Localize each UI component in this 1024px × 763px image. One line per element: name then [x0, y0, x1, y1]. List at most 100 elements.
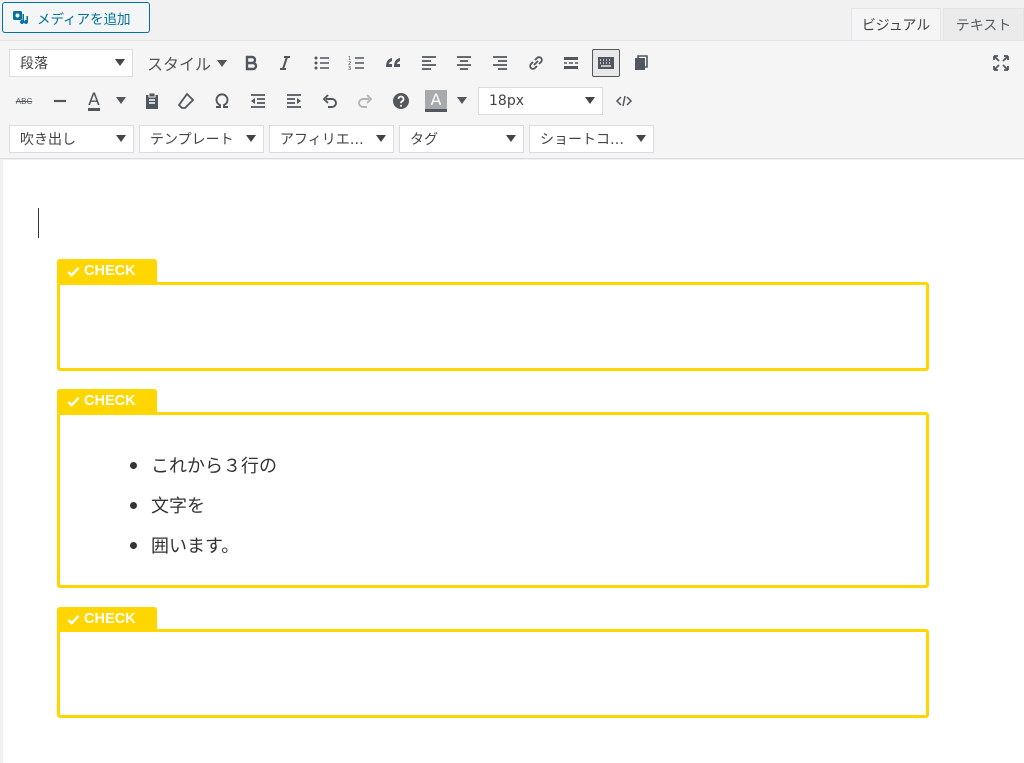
numbered-list-icon: 123: [348, 56, 364, 72]
chevron-down-icon: [217, 59, 228, 67]
bullet-list: これから３行の 文字を 囲います。: [130, 445, 277, 565]
strikethrough-icon: ABC: [15, 96, 33, 106]
toolbar-row-2: ABC A A 18px: [0, 83, 1024, 119]
bold-icon: [245, 55, 258, 71]
numbered-list-button[interactable]: 123: [343, 49, 371, 77]
balloon-select[interactable]: 吹き出し: [9, 125, 134, 153]
template-select-value: テンプレート: [150, 132, 234, 148]
redo-icon: [358, 94, 373, 108]
bold-button[interactable]: [237, 49, 265, 77]
italic-icon: [280, 56, 290, 70]
tag-select[interactable]: タグ: [399, 125, 524, 153]
tab-text[interactable]: テキスト: [943, 8, 1024, 40]
align-right-button[interactable]: [486, 49, 514, 77]
shortcode-select-value: ショートコ…: [540, 132, 624, 148]
omega-icon: [215, 93, 229, 108]
tab-visual[interactable]: ビジュアル: [851, 8, 941, 40]
read-more-button[interactable]: [557, 49, 585, 77]
read-more-icon: [564, 57, 578, 69]
keyboard-icon: [598, 57, 614, 69]
chevron-down-icon: [585, 97, 595, 104]
horizontal-rule-button[interactable]: [46, 87, 74, 115]
align-left-button[interactable]: [415, 49, 443, 77]
horizontal-rule-icon: [54, 99, 66, 103]
balloon-select-value: 吹き出し: [20, 132, 76, 148]
background-color-dropdown-icon[interactable]: [457, 97, 467, 104]
quote-icon: [386, 58, 400, 67]
check-box[interactable]: [57, 629, 929, 718]
add-media-button[interactable]: メディアを追加: [2, 2, 150, 33]
undo-icon: [322, 94, 337, 108]
outdent-icon: [251, 94, 265, 108]
copy-button[interactable]: [627, 49, 655, 77]
paste-as-text-button[interactable]: [138, 87, 166, 115]
check-box-label-text: CHECK: [84, 611, 136, 627]
bullet-list-button[interactable]: [308, 49, 336, 77]
style-select-value: スタイル: [147, 55, 212, 74]
font-size-value: 18px: [489, 93, 524, 109]
clear-formatting-button[interactable]: [172, 87, 200, 115]
style-select[interactable]: スタイル: [147, 49, 228, 77]
check-icon: [67, 614, 80, 625]
eraser-icon: [177, 92, 195, 109]
insert-link-button[interactable]: [522, 49, 550, 77]
toolbar-toggle-button[interactable]: [592, 49, 620, 77]
align-center-button[interactable]: [450, 49, 478, 77]
outdent-button[interactable]: [244, 87, 272, 115]
format-select-value: 段落: [20, 56, 48, 72]
font-size-select[interactable]: 18px: [478, 87, 603, 115]
tag-select-value: タグ: [410, 132, 438, 148]
svg-text:3: 3: [348, 66, 351, 72]
check-box[interactable]: [57, 282, 929, 371]
copy-icon: [635, 55, 648, 70]
strikethrough-button[interactable]: ABC: [10, 87, 38, 115]
check-icon: [67, 396, 80, 407]
undo-button[interactable]: [316, 87, 344, 115]
fullscreen-icon: [993, 55, 1009, 71]
help-button[interactable]: [387, 87, 415, 115]
media-icon: [13, 10, 29, 24]
special-character-button[interactable]: [208, 87, 236, 115]
redo-button[interactable]: [351, 87, 379, 115]
affiliate-select[interactable]: アフィリエ…: [269, 125, 394, 153]
background-color-button[interactable]: A: [422, 87, 450, 115]
editor-topbar: メディアを追加 ビジュアル テキスト: [0, 0, 1024, 40]
bullet-list-icon: [314, 56, 329, 70]
text-color-dropdown-icon[interactable]: [116, 97, 126, 104]
add-media-label: メディアを追加: [37, 11, 131, 28]
list-item: 囲います。: [130, 525, 277, 565]
list-item: これから３行の: [130, 445, 277, 485]
code-button[interactable]: [610, 87, 638, 115]
template-select[interactable]: テンプレート: [139, 125, 264, 153]
link-icon: [529, 56, 543, 70]
indent-button[interactable]: [280, 87, 308, 115]
check-box-label: CHECK: [57, 607, 157, 631]
help-icon: [393, 93, 409, 109]
background-color-icon: A: [425, 90, 447, 112]
italic-button[interactable]: [271, 49, 299, 77]
text-color-button[interactable]: A: [80, 87, 108, 115]
clipboard-icon: [146, 92, 158, 109]
toolbar-row-3: 吹き出し テンプレート アフィリエ… タグ ショートコ…: [0, 121, 1024, 157]
editor-toolbar: 段落 スタイル 123 ABC A A 18px 吹き出し テンプレート アフィ…: [0, 40, 1024, 159]
chevron-down-icon: [506, 135, 516, 142]
check-box-label: CHECK: [57, 389, 157, 413]
affiliate-select-value: アフィリエ…: [280, 132, 364, 148]
editor-content[interactable]: CHECK CHECK これから３行の 文字を 囲います。 CHECK: [3, 160, 1024, 763]
check-icon: [67, 266, 80, 277]
align-left-icon: [422, 56, 436, 70]
chevron-down-icon: [246, 135, 256, 142]
text-color-icon: A: [88, 89, 100, 111]
chevron-down-icon: [115, 59, 125, 66]
indent-icon: [287, 94, 301, 108]
format-select[interactable]: 段落: [9, 49, 133, 77]
check-box-label-text: CHECK: [84, 393, 136, 409]
fullscreen-button[interactable]: [987, 49, 1015, 77]
check-box[interactable]: これから３行の 文字を 囲います。: [57, 412, 929, 588]
blockquote-button[interactable]: [379, 49, 407, 77]
shortcode-select[interactable]: ショートコ…: [529, 125, 654, 153]
toolbar-row-1: 段落 スタイル 123: [0, 45, 1024, 81]
code-icon: [615, 95, 633, 107]
text-cursor: [38, 208, 39, 238]
align-right-icon: [493, 56, 507, 70]
